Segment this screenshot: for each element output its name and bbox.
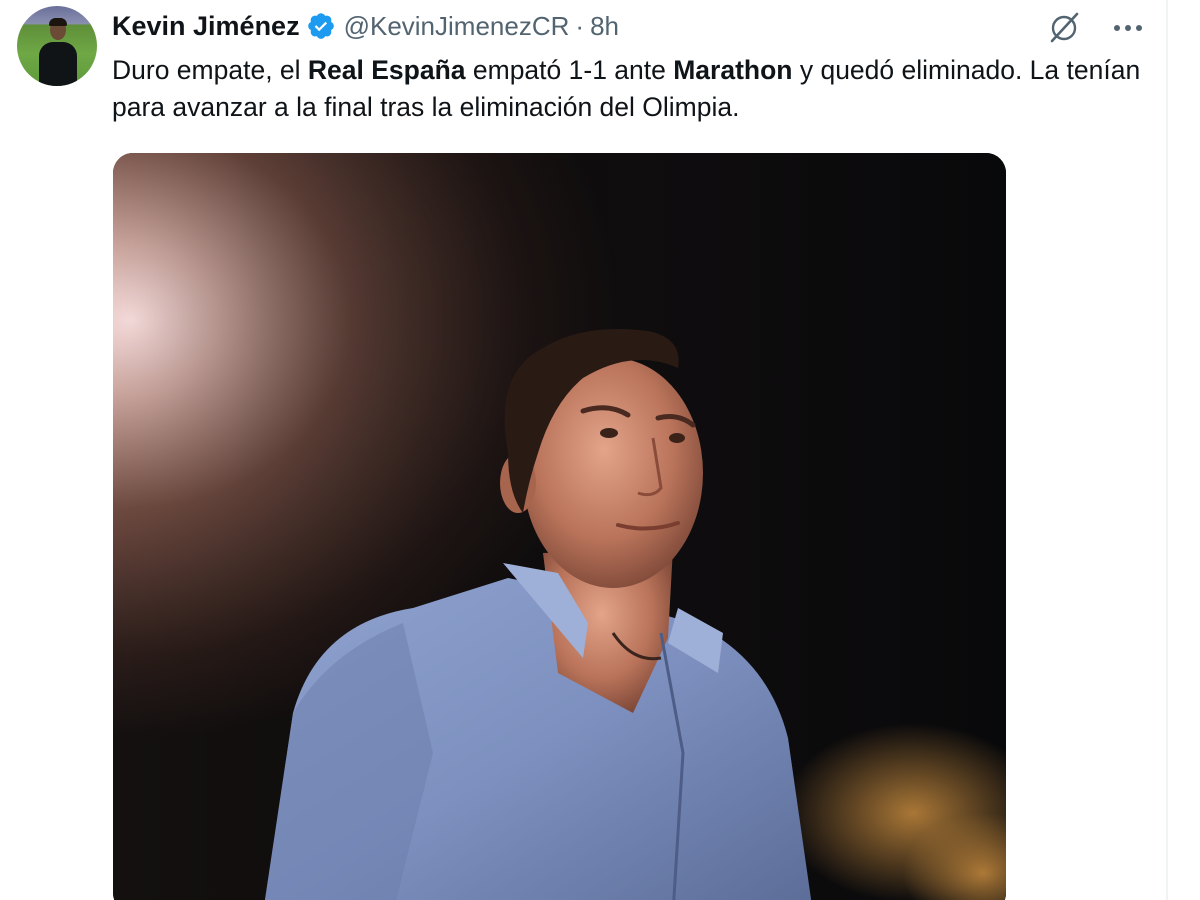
photo-illustration [113,153,1006,900]
header-actions [1044,8,1148,48]
tweet-text: Duro empate, el Real España empató 1-1 a… [112,52,1152,126]
avatar-figure-hair [49,18,67,26]
tweet-text-bold-opponent: Marathon [673,55,793,85]
tweet-text-segment: Duro empate, el [112,55,308,85]
avatar-figure-body [39,42,77,86]
tweet-card: Kevin Jiménez @KevinJimenezCR · 8h Duro … [0,0,1200,900]
author-handle[interactable]: @KevinJimenezCR [344,11,570,42]
tweet-header: Kevin Jiménez @KevinJimenezCR · 8h [112,8,619,44]
eye [600,428,618,438]
more-options-icon[interactable] [1108,8,1148,48]
column-divider [1166,0,1168,900]
grok-slash-icon[interactable] [1044,8,1084,48]
tweet-photo[interactable] [113,153,1006,900]
avatar[interactable] [17,6,97,86]
tweet-text-bold-team: Real España [307,55,466,85]
tweet-text-segment: empató 1-1 ante [465,55,674,85]
verified-badge-icon[interactable] [306,11,336,41]
eye [669,433,685,443]
author-display-name[interactable]: Kevin Jiménez [112,11,300,42]
tweet-timestamp[interactable]: 8h [590,11,619,42]
meta-separator: · [575,10,585,41]
